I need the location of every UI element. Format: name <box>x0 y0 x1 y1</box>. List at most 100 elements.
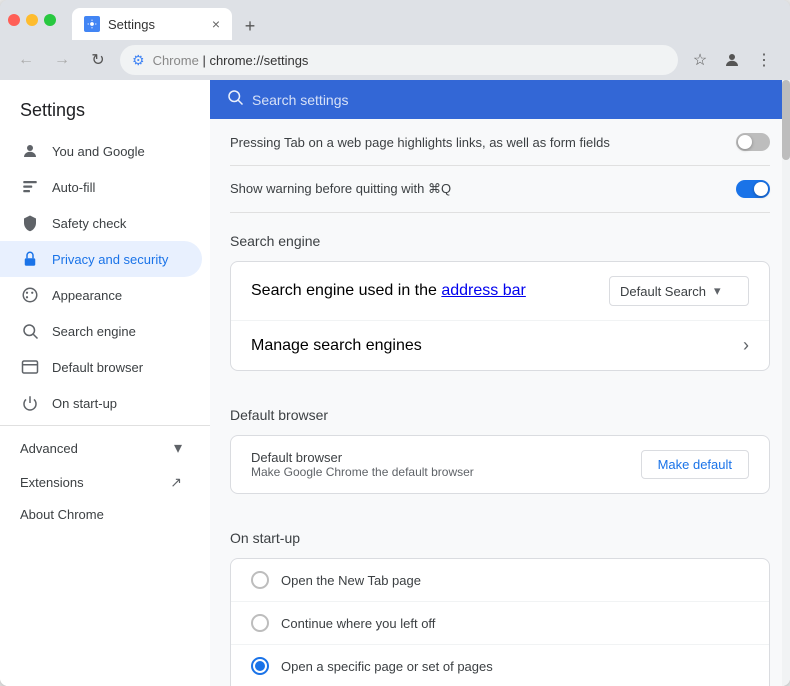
toolbar-icons: ☆ ⋮ <box>686 46 778 74</box>
url-chrome-part: Chrome <box>153 53 199 68</box>
settings-tab[interactable]: Settings × <box>72 8 232 40</box>
radio-specific-input[interactable] <box>251 657 269 675</box>
address-bar-link[interactable]: address bar <box>441 282 526 299</box>
sidebar-label-browser: Default browser <box>52 360 143 375</box>
window-controls <box>8 14 56 26</box>
search-engine-label: Search engine used in the address bar <box>251 282 601 300</box>
toggle-row-tab: Pressing Tab on a web page highlights li… <box>230 119 770 166</box>
sidebar-about[interactable]: About Chrome <box>0 499 202 530</box>
sidebar-label-safety: Safety check <box>52 216 126 231</box>
main-area: Settings You and Google Auto-fill Safety… <box>0 80 790 686</box>
toggle-tab-thumb <box>738 135 752 149</box>
default-browser-text: Default browser Make Google Chrome the d… <box>251 450 633 479</box>
shield-icon <box>20 213 40 233</box>
search-engine-select[interactable]: Default Search ▾ <box>609 276 749 306</box>
autofill-icon <box>20 177 40 197</box>
sidebar-item-startup[interactable]: On start-up <box>0 385 202 421</box>
content-area: Pressing Tab on a web page highlights li… <box>210 80 790 686</box>
browser-icon <box>20 357 40 377</box>
sidebar-label-privacy: Privacy and security <box>52 252 168 267</box>
radio-new-tab-input[interactable] <box>251 571 269 589</box>
sidebar-label-autofill: Auto-fill <box>52 180 95 195</box>
new-tab-button[interactable]: + <box>236 12 264 40</box>
address-bar: ← → ↻ ⚙ Chrome | chrome://settings ☆ ⋮ <box>0 40 790 80</box>
sidebar-label-you-google: You and Google <box>52 144 145 159</box>
advanced-label: Advanced <box>20 441 78 456</box>
sidebar-advanced[interactable]: Advanced ▾ <box>0 430 202 466</box>
tab-title: Settings <box>108 17 155 32</box>
toggle-quit-thumb <box>754 182 768 196</box>
default-browser-header: Default browser <box>230 387 770 435</box>
search-settings-icon <box>226 88 244 111</box>
sidebar-item-browser[interactable]: Default browser <box>0 349 202 385</box>
extensions-label: Extensions <box>20 475 84 490</box>
toggle-tab-label: Pressing Tab on a web page highlights li… <box>230 135 610 150</box>
toggle-quit-switch[interactable] <box>736 180 770 198</box>
power-icon <box>20 393 40 413</box>
url-text: Chrome | chrome://settings <box>153 53 666 68</box>
radio-continue[interactable]: Continue where you left off <box>231 602 769 645</box>
sidebar-item-safety[interactable]: Safety check <box>0 205 202 241</box>
sidebar-item-you-google[interactable]: You and Google <box>0 133 202 169</box>
external-link-icon: ↗ <box>170 474 182 491</box>
url-lock-icon: ⚙ <box>132 52 145 69</box>
search-engine-card: Search engine used in the address bar De… <box>230 261 770 371</box>
on-startup-header: On start-up <box>230 510 770 558</box>
make-default-button[interactable]: Make default <box>641 450 749 479</box>
bookmark-icon[interactable]: ☆ <box>686 46 714 74</box>
radio-specific[interactable]: Open a specific page or set of pages <box>231 645 769 686</box>
manage-search-chevron-icon: › <box>743 335 749 356</box>
radio-specific-label: Open a specific page or set of pages <box>281 659 493 674</box>
content-inner: Pressing Tab on a web page highlights li… <box>210 119 790 686</box>
default-browser-row: Default browser Make Google Chrome the d… <box>231 436 769 493</box>
search-settings-input[interactable] <box>252 92 774 108</box>
default-browser-label: Default browser <box>251 450 633 465</box>
about-label: About Chrome <box>20 507 104 522</box>
sidebar-item-autofill[interactable]: Auto-fill <box>0 169 202 205</box>
on-startup-card: Open the New Tab page Continue where you… <box>230 558 770 686</box>
sidebar-label-startup: On start-up <box>52 396 117 411</box>
url-bar[interactable]: ⚙ Chrome | chrome://settings <box>120 45 678 75</box>
palette-icon <box>20 285 40 305</box>
url-path: chrome://settings <box>209 53 308 68</box>
maximize-button[interactable] <box>44 14 56 26</box>
radio-new-tab[interactable]: Open the New Tab page <box>231 559 769 602</box>
toggle-quit-label: Show warning before quitting with ⌘Q <box>230 181 451 197</box>
browser-frame: Settings × + ← → ↻ ⚙ Chrome | chrome://s… <box>0 0 790 686</box>
close-button[interactable] <box>8 14 20 26</box>
scrollbar-track <box>782 80 790 686</box>
sidebar-extensions[interactable]: Extensions ↗ <box>0 466 202 499</box>
search-settings-bar <box>210 80 790 119</box>
toggle-row-quit: Show warning before quitting with ⌘Q <box>230 166 770 213</box>
radio-new-tab-label: Open the New Tab page <box>281 573 421 588</box>
forward-button[interactable]: → <box>48 46 76 74</box>
sidebar-item-privacy[interactable]: Privacy and security <box>0 241 202 277</box>
toggle-tab-switch[interactable] <box>736 133 770 151</box>
sidebar-divider <box>0 425 210 426</box>
sidebar-label-search: Search engine <box>52 324 136 339</box>
person-icon <box>20 141 40 161</box>
tabs-area: Settings × + <box>72 0 782 40</box>
sidebar: Settings You and Google Auto-fill Safety… <box>0 80 210 686</box>
sidebar-item-search[interactable]: Search engine <box>0 313 202 349</box>
back-button[interactable]: ← <box>12 46 40 74</box>
scrollbar-thumb[interactable] <box>782 80 790 160</box>
refresh-button[interactable]: ↻ <box>84 46 112 74</box>
search-engine-row: Search engine used in the address bar De… <box>231 262 769 321</box>
sidebar-title: Settings <box>0 88 210 133</box>
select-chevron-icon: ▾ <box>714 283 721 299</box>
search-engine-header: Search engine <box>230 213 770 261</box>
search-icon <box>20 321 40 341</box>
manage-search-row[interactable]: Manage search engines › <box>231 321 769 370</box>
sidebar-item-appearance[interactable]: Appearance <box>0 277 202 313</box>
lock-icon <box>20 249 40 269</box>
settings-tab-icon <box>84 16 100 32</box>
sidebar-label-appearance: Appearance <box>52 288 122 303</box>
search-engine-selected: Default Search <box>620 284 706 299</box>
menu-icon[interactable]: ⋮ <box>750 46 778 74</box>
radio-continue-input[interactable] <box>251 614 269 632</box>
tab-close-button[interactable]: × <box>212 16 220 32</box>
profile-icon[interactable] <box>718 46 746 74</box>
minimize-button[interactable] <box>26 14 38 26</box>
radio-continue-label: Continue where you left off <box>281 616 435 631</box>
